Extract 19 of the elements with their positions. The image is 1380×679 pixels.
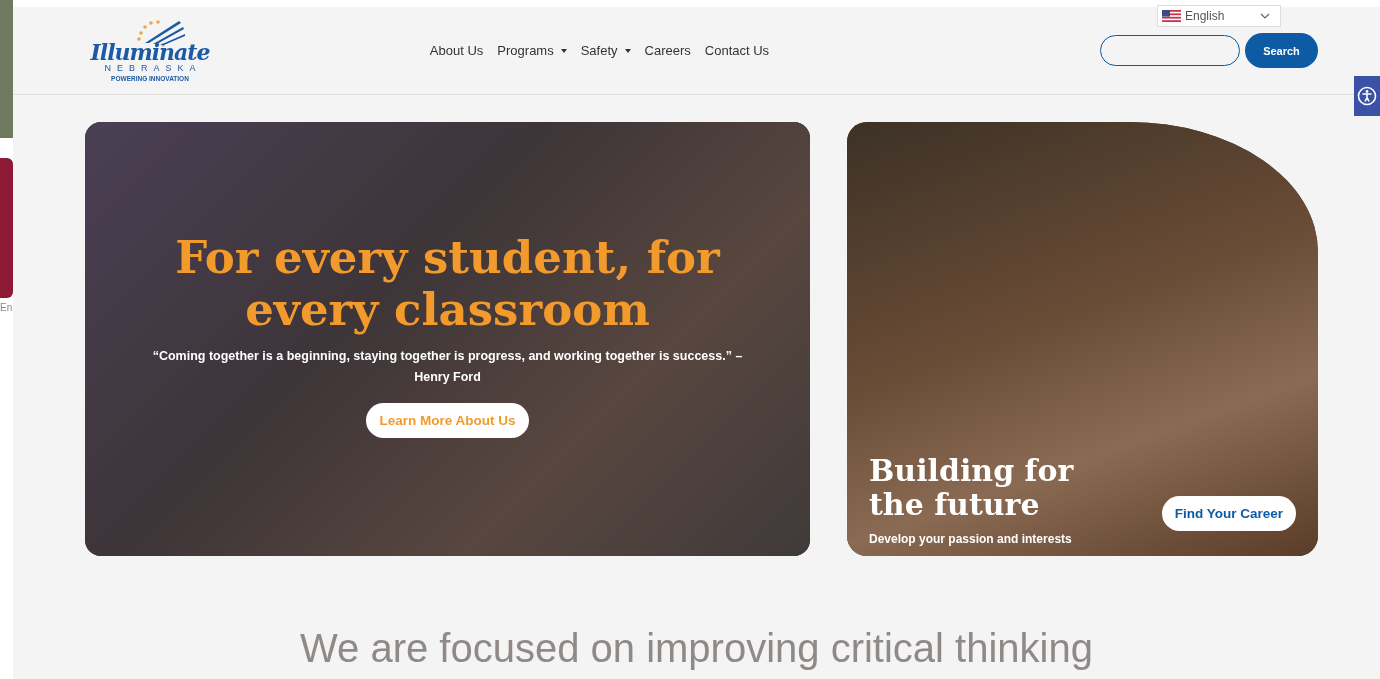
section-heading: We are focused on improving critical thinking [299,626,1094,671]
card-subtitle: Develop your passion and interests [869,532,1073,546]
nav-link[interactable]: Careers [644,43,691,58]
language-select[interactable]: English [1157,5,1281,27]
partial-label: En [0,302,13,313]
accessibility-icon [1357,86,1377,106]
find-career-button[interactable]: Find Your Career [1161,496,1296,531]
accessibility-button[interactable] [1354,76,1380,116]
nav-link[interactable]: Programs [497,43,567,58]
hero-heading: For every student, for every classroom [174,232,722,336]
quote-text: “Coming together is a beginning, staying together is progress, and working together is success.” – Henry Ford [151,348,744,386]
search-field[interactable] [1100,35,1240,66]
search-button[interactable]: Search [1245,33,1318,68]
nav-link[interactable]: About Us [429,43,484,58]
nav-link[interactable]: Contact Us [704,43,770,58]
chevron-down-icon [1260,13,1270,19]
flag-icon [1162,10,1181,22]
nav-link[interactable]: Safety [580,43,631,58]
card-heading: Building for the future [869,454,1075,522]
